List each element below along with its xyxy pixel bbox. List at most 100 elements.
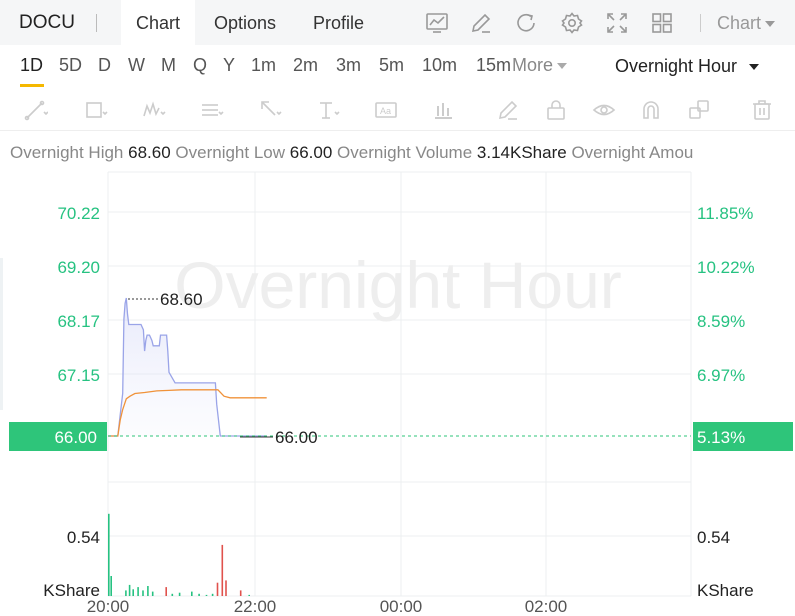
price-axis-left: 70.22 69.20 68.17 67.15 (57, 204, 100, 385)
layers-icon[interactable] (687, 98, 711, 122)
top-navbar: DOCU Chart Options Profile Chart (0, 0, 795, 45)
period-10m[interactable]: 10m (422, 55, 457, 76)
volume-tick-left: 0.54 (67, 528, 100, 547)
volume-bar (216, 582, 219, 596)
volume-bar (248, 594, 250, 596)
divider (700, 14, 701, 32)
lock-icon[interactable] (544, 98, 568, 122)
volume-bar (171, 593, 174, 596)
volume-bar (110, 576, 112, 596)
volume-bar (225, 580, 227, 596)
percent-tick: 6.97% (697, 366, 745, 385)
period-3m[interactable]: 3m (336, 55, 361, 76)
more-periods-dropdown[interactable]: More (512, 55, 568, 76)
low-marker: 66.00 (275, 428, 318, 447)
volume-bar (221, 544, 224, 596)
stock-symbol: DOCU (19, 12, 75, 33)
time-axis: 20:00 22:00 00:00 02:00 (87, 597, 568, 616)
volume-bar (191, 591, 193, 596)
tab-chart[interactable]: Chart (121, 0, 196, 45)
volume-bar (108, 513, 110, 596)
period-d[interactable]: D (98, 55, 111, 76)
svg-text:Aa: Aa (380, 106, 391, 116)
fullscreen-icon[interactable] (605, 11, 629, 35)
refresh-icon[interactable] (514, 11, 538, 35)
high-marker: 68.60 (160, 290, 203, 309)
volume-bar (211, 593, 214, 596)
chevron-down-icon (749, 64, 760, 71)
volume-bar (137, 587, 139, 596)
low-label: Overnight Low (175, 143, 286, 162)
high-value: 68.60 (128, 143, 171, 162)
more-label: More (512, 55, 554, 75)
active-period-indicator (20, 84, 44, 87)
wave-icon[interactable] (142, 98, 166, 122)
overnight-stats: Overnight High 68.60 Overnight Low 66.00… (10, 143, 693, 163)
brush-icon[interactable] (496, 98, 520, 122)
percent-axis-right: 11.85% 10.22% 8.59% 6.97% (697, 204, 755, 385)
volume-bar (132, 589, 134, 596)
volume-bar (147, 586, 149, 596)
pencil-icon[interactable] (469, 11, 493, 35)
scroll-edge (0, 258, 3, 410)
price-tick: 70.22 (57, 204, 100, 223)
trash-icon[interactable] (750, 98, 774, 122)
price-tick: 69.20 (57, 258, 100, 277)
session-select[interactable]: Overnight Hour (615, 56, 760, 77)
chevron-down-icon (557, 63, 568, 70)
period-q[interactable]: Q (193, 55, 207, 76)
percent-tick: 10.22% (697, 258, 755, 277)
volume-bar (239, 590, 242, 596)
eye-icon[interactable] (592, 98, 616, 122)
volume-bar (142, 590, 144, 596)
amount-label: Overnight Amou (571, 143, 694, 162)
volume-unit-right: KShare (697, 581, 754, 600)
price-chart[interactable]: Overnight Hour 68.60 66.00 70.22 69.20 6… (0, 170, 795, 616)
period-w[interactable]: W (128, 55, 145, 76)
volume-tick-right: 0.54 (697, 528, 730, 547)
last-percent-value: 5.13% (697, 428, 745, 447)
percent-tick: 11.85% (697, 204, 753, 223)
arrow-icon[interactable] (258, 98, 282, 122)
price-tick: 68.17 (57, 312, 100, 331)
divider (96, 14, 97, 32)
volume-bar (165, 587, 167, 596)
period-y[interactable]: Y (223, 55, 235, 76)
period-5d[interactable]: 5D (59, 55, 82, 76)
tab-profile[interactable]: Profile (298, 0, 379, 45)
period-m[interactable]: M (161, 55, 176, 76)
period-5m[interactable]: 5m (379, 55, 404, 76)
volume-bar (151, 591, 154, 596)
chart-type-label: Chart (717, 13, 762, 33)
text-note-icon[interactable]: Aa (374, 98, 398, 122)
period-1d[interactable]: 1D (20, 55, 43, 76)
period-15m[interactable]: 15m (476, 55, 512, 76)
gear-icon[interactable] (560, 11, 584, 35)
chevron-down-icon (765, 21, 776, 28)
bar-stat-icon[interactable] (432, 98, 456, 122)
period-2m[interactable]: 2m (293, 55, 318, 76)
time-tick: 02:00 (525, 597, 568, 616)
grid-layout-icon[interactable] (650, 11, 674, 35)
high-label: Overnight High (10, 143, 124, 162)
watermark: Overnight Hour (174, 248, 622, 322)
rectangle-icon[interactable] (84, 98, 108, 122)
session-label: Overnight Hour (615, 56, 738, 76)
volume-value: 3.14KShare (476, 143, 567, 162)
volume-bar (205, 594, 208, 596)
fib-icon[interactable] (200, 98, 224, 122)
tab-options[interactable]: Options (199, 0, 291, 45)
period-bar: 1D 5D D W M Q Y 1m 2m 3m 5m 10m 15m More… (0, 45, 795, 89)
text-cursor-icon[interactable] (316, 98, 340, 122)
percent-tick: 8.59% (697, 312, 745, 331)
volume-bar (125, 590, 127, 596)
volume-bars (108, 513, 250, 596)
chart-line-icon[interactable] (425, 11, 449, 35)
magnet-icon[interactable] (639, 98, 663, 122)
volume-bar (198, 593, 200, 596)
price-tick: 67.15 (57, 366, 100, 385)
trend-line-icon[interactable] (24, 98, 49, 122)
volume-bar (128, 584, 131, 596)
chart-type-select[interactable]: Chart (717, 13, 776, 34)
period-1m[interactable]: 1m (251, 55, 276, 76)
